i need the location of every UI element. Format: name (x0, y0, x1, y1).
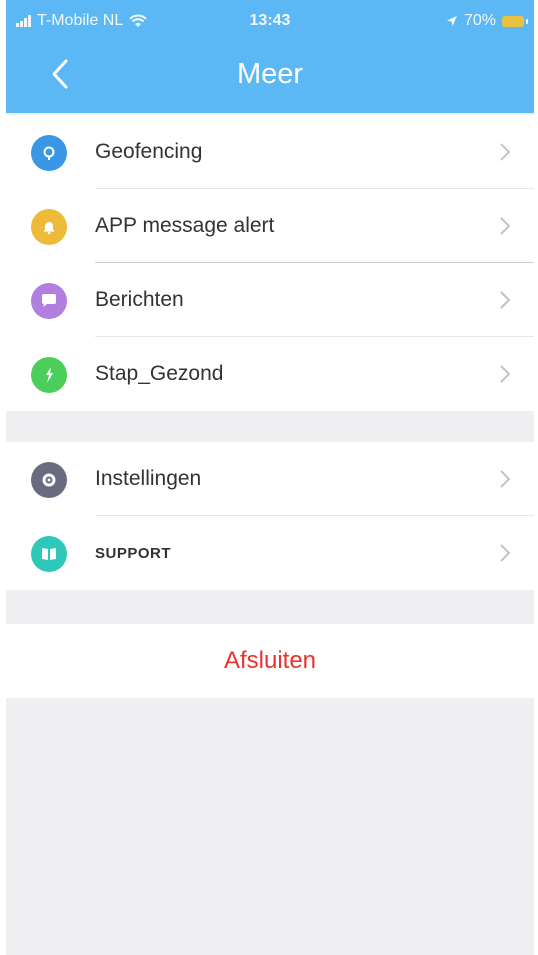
location-arrow-icon (446, 16, 457, 26)
menu-item-stap-gezond[interactable]: Stap_Gezond (6, 337, 534, 411)
menu-group-settings: Instellingen SUPPORT (6, 442, 534, 590)
logout-button[interactable]: Afsluiten (6, 624, 534, 698)
battery-icon (502, 15, 528, 27)
chat-icon (31, 283, 67, 319)
menu-item-label: Instellingen (95, 467, 202, 490)
menu-item-support[interactable]: SUPPORT (6, 516, 534, 590)
menu-item-berichten[interactable]: Berichten (6, 263, 534, 337)
menu-item-geofencing[interactable]: Geofencing (6, 115, 534, 189)
chevron-right-icon (500, 365, 511, 383)
menu-item-label: Stap_Gezond (95, 362, 224, 385)
gear-icon (31, 462, 67, 498)
support-icon (31, 536, 67, 572)
status-right: 70% (446, 12, 528, 30)
chevron-right-icon (500, 291, 511, 309)
menu-item-app-message-alert[interactable]: APP message alert (6, 189, 534, 263)
menu-item-label: Geofencing (95, 140, 203, 163)
menu-item-label: APP message alert (95, 214, 275, 237)
chevron-right-icon (500, 143, 511, 161)
nav-header: T-Mobile NL 13:43 70% Meer (6, 0, 534, 113)
chevron-right-icon (500, 217, 511, 235)
bell-icon (31, 209, 67, 245)
chevron-right-icon (500, 544, 511, 562)
battery-percent: 70% (463, 12, 496, 29)
page-title: Meer (236, 58, 304, 90)
status-bar: T-Mobile NL 13:43 70% (6, 8, 534, 34)
logout-label: Afsluiten (223, 647, 317, 674)
menu-item-label: SUPPORT (95, 545, 172, 562)
footstep-icon (31, 357, 67, 393)
menu-group-main: Geofencing APP message alert Berichten S… (6, 115, 534, 411)
screen: T-Mobile NL 13:43 70% Meer Geofencing AP… (6, 0, 534, 955)
menu-item-label: Berichten (95, 288, 184, 311)
menu-item-instellingen[interactable]: Instellingen (6, 442, 534, 516)
location-pin-icon (31, 135, 67, 171)
chevron-right-icon (500, 470, 511, 488)
